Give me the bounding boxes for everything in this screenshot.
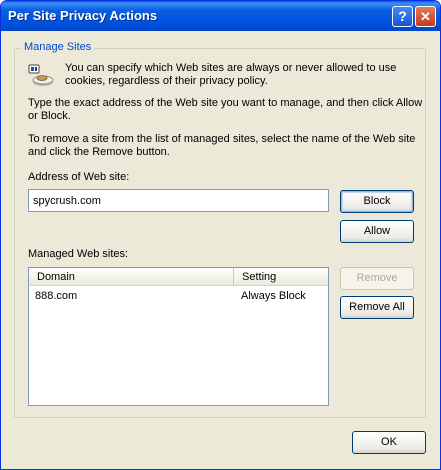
address-label: Address of Web site:: [28, 171, 130, 183]
block-button[interactable]: Block: [340, 190, 414, 213]
info-text-line1: You can specify which Web sites are alwa…: [65, 62, 397, 74]
address-input[interactable]: [28, 189, 329, 212]
close-button[interactable]: ✕: [415, 6, 436, 27]
managed-sites-list[interactable]: Domain Setting 888.com Always Block: [28, 267, 329, 406]
group-legend: Manage Sites: [21, 41, 95, 53]
ok-button[interactable]: OK: [352, 431, 426, 454]
help-button[interactable]: ?: [392, 6, 413, 27]
list-item-domain: 888.com: [35, 290, 78, 302]
title-bar[interactable]: Per Site Privacy Actions ? ✕: [1, 1, 440, 31]
remove-all-button[interactable]: Remove All: [340, 296, 414, 319]
list-item-setting: Always Block: [241, 290, 306, 302]
instruction-remove-line2: and click the Remove button.: [28, 146, 170, 158]
instruction-add-line2: or Block.: [28, 110, 71, 122]
window-title: Per Site Privacy Actions: [8, 8, 158, 23]
remove-button[interactable]: Remove: [340, 267, 414, 290]
instruction-remove-line1: To remove a site from the list of manage…: [28, 133, 416, 145]
allow-button[interactable]: Allow: [340, 220, 414, 243]
managed-sites-label: Managed Web sites:: [28, 248, 129, 260]
column-header-setting[interactable]: Setting: [234, 268, 328, 286]
info-text-line2: cookies, regardless of their privacy pol…: [65, 75, 268, 87]
instruction-add-line1: Type the exact address of the Web site y…: [28, 97, 423, 109]
cookie-icon: [28, 64, 54, 86]
column-header-domain[interactable]: Domain: [29, 268, 234, 286]
